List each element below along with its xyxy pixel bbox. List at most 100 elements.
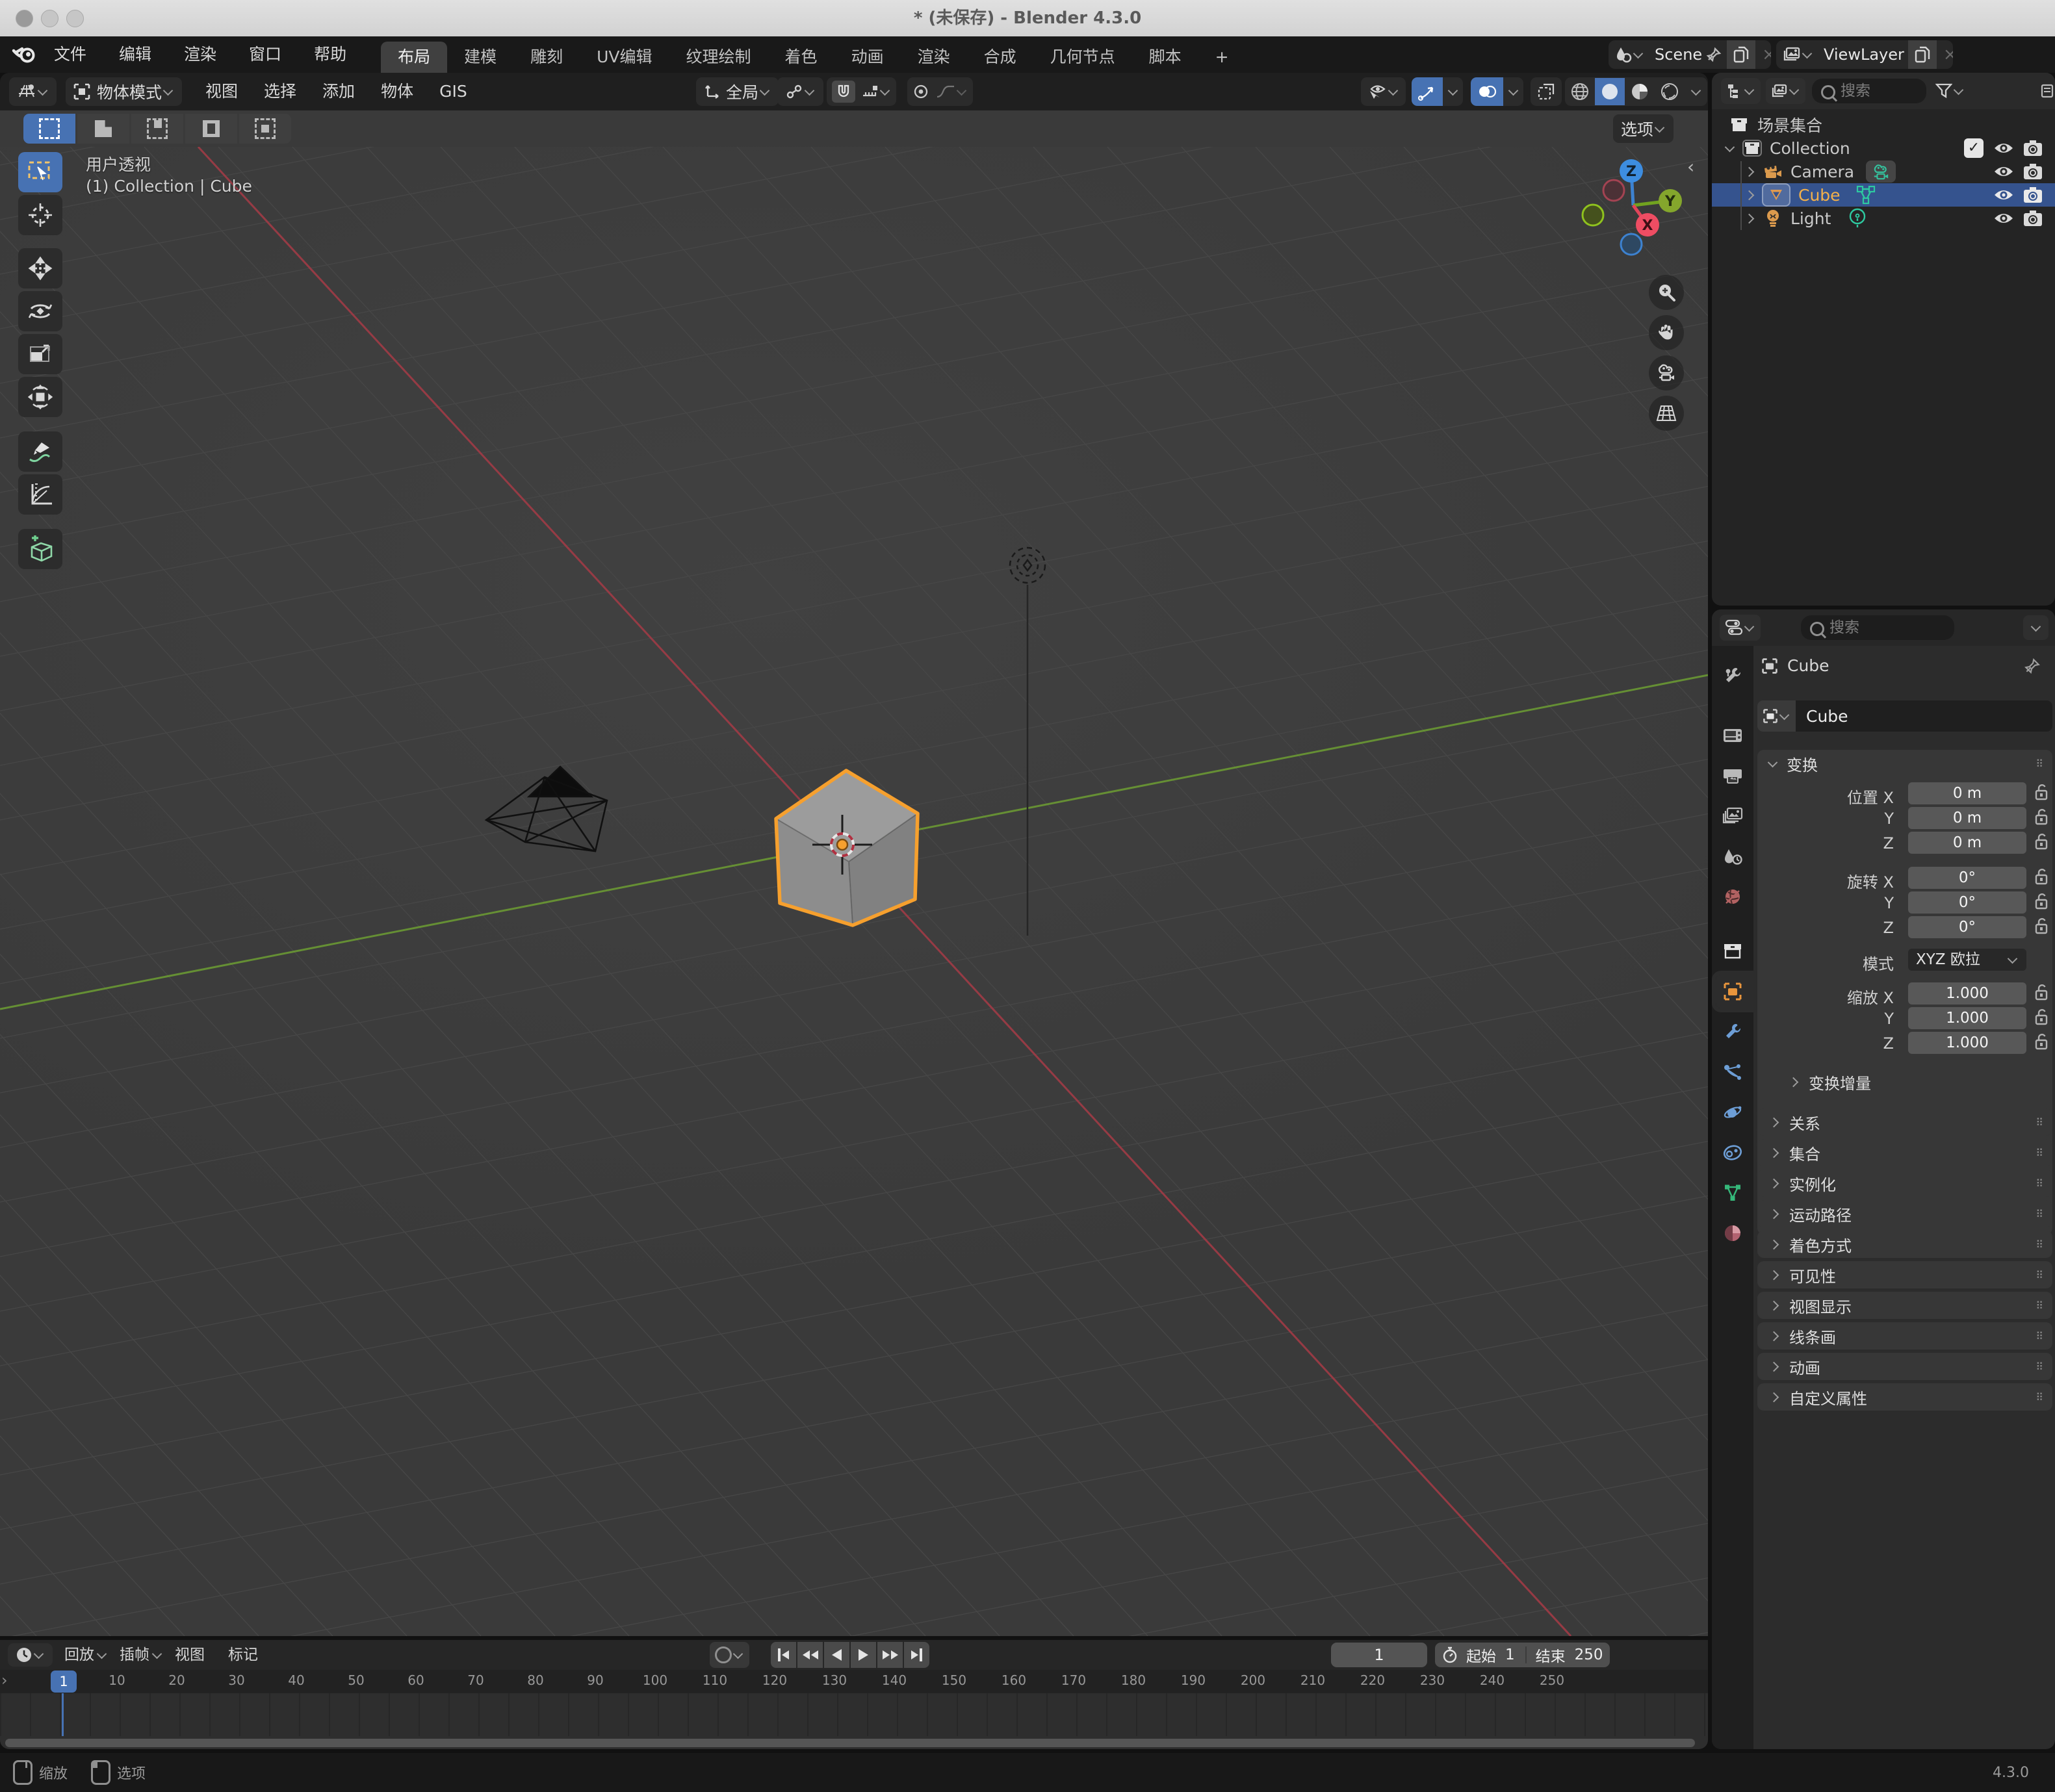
tool-options-dropdown[interactable]: 选项 <box>1613 114 1674 143</box>
scale-y-field[interactable]: 1.000 <box>1908 1007 2026 1029</box>
editor-type-outliner-button[interactable] <box>1721 78 1761 104</box>
panel-shading[interactable]: 着色方式⠿ <box>1757 1231 2052 1258</box>
scale-x-field[interactable]: 1.000 <box>1908 982 2026 1005</box>
workspace-tab-animation[interactable]: 动画 <box>834 42 901 73</box>
workspace-tab-sculpting[interactable]: 雕刻 <box>513 42 580 73</box>
overlays-dropdown[interactable] <box>1503 77 1523 106</box>
outliner-search[interactable] <box>1812 79 1926 103</box>
menu-help[interactable]: 帮助 <box>298 36 363 73</box>
tab-object[interactable] <box>1716 975 1750 1008</box>
tab-material[interactable] <box>1716 1216 1750 1250</box>
workspace-tab-geometry-nodes[interactable]: 几何节点 <box>1033 42 1132 73</box>
tab-modifiers[interactable] <box>1716 1015 1750 1049</box>
current-frame-field[interactable]: 1 <box>1331 1643 1427 1667</box>
delete-scene-button[interactable]: × <box>1755 40 1771 69</box>
workspace-tab-texture-paint[interactable]: 纹理绘制 <box>669 42 768 73</box>
workspace-tab-layout[interactable]: 布局 <box>381 42 447 73</box>
marker-menu[interactable]: 标记 <box>216 1640 270 1670</box>
rotation-x-lock-icon[interactable] <box>2033 867 2050 886</box>
panel-motion-paths[interactable]: 运动路径⠿ <box>1757 1200 2052 1227</box>
workspace-tab-compositing[interactable]: 合成 <box>967 42 1033 73</box>
proportional-editing-toggle[interactable] <box>912 83 929 100</box>
workspace-tab-rendering[interactable]: 渲染 <box>901 42 967 73</box>
location-z-field[interactable]: 0 m <box>1908 832 2026 854</box>
end-frame-value[interactable]: 250 <box>1575 1646 1603 1663</box>
cube-render-icon[interactable] <box>2023 186 2043 204</box>
object-id-icon-dropdown[interactable] <box>1757 700 1796 732</box>
panel-custom-properties[interactable]: 自定义属性⠿ <box>1757 1383 2052 1411</box>
scene-collection-label[interactable]: 场景集合 <box>1757 113 1822 136</box>
collection-expand-icon[interactable] <box>1725 142 1735 152</box>
editor-type-properties-button[interactable] <box>1720 615 1761 641</box>
auto-key-record-toggle[interactable] <box>715 1646 732 1663</box>
light-row[interactable]: Light <box>1712 207 2055 230</box>
tool-rotate[interactable] <box>18 291 62 331</box>
tool-scale[interactable] <box>18 334 62 374</box>
timeline-view-menu[interactable]: 视图 <box>163 1640 216 1670</box>
add-workspace-button[interactable]: + <box>1198 42 1246 73</box>
menu-edit[interactable]: 编辑 <box>103 36 168 73</box>
properties-search[interactable] <box>1801 615 1954 640</box>
tool-select-box[interactable] <box>18 152 62 192</box>
menu-window[interactable]: 窗口 <box>233 36 298 73</box>
timeline-tracks[interactable] <box>0 1693 1708 1736</box>
cube-label[interactable]: Cube <box>1798 186 1841 205</box>
rotation-y-lock-icon[interactable] <box>2033 891 2050 911</box>
play-reverse-button[interactable] <box>824 1642 849 1668</box>
workspace-tab-modeling[interactable]: 建模 <box>447 42 513 73</box>
snap-magnet-toggle[interactable] <box>832 81 855 103</box>
menu-render[interactable]: 渲染 <box>168 36 233 73</box>
viewlayer-datablock-icon[interactable] <box>1776 40 1820 69</box>
viewport-ortho-grid-button[interactable] <box>1649 396 1684 431</box>
location-x-lock-icon[interactable] <box>2033 782 2050 802</box>
panel-visibility[interactable]: 可见性⠿ <box>1757 1261 2052 1288</box>
camera-expand-icon[interactable] <box>1744 166 1755 177</box>
viewlayer-selector[interactable]: ViewLayer × <box>1776 40 1953 69</box>
timeline-expand-arrow[interactable]: › <box>1 1671 8 1689</box>
tab-tool[interactable] <box>1716 659 1750 693</box>
shading-rendered-button[interactable] <box>1655 78 1685 105</box>
collection-hide-eye-icon[interactable] <box>1993 141 2015 155</box>
pin-scene-icon[interactable] <box>1706 47 1722 62</box>
camera-data-icon[interactable] <box>1866 160 1896 183</box>
light-render-icon[interactable] <box>2023 209 2043 227</box>
mode-selector[interactable]: 物体模式 <box>66 77 182 106</box>
tab-constraints[interactable] <box>1716 1136 1750 1170</box>
camera-render-icon[interactable] <box>2023 162 2043 181</box>
location-z-lock-icon[interactable] <box>2033 832 2050 851</box>
workspace-tab-uv[interactable]: UV编辑 <box>580 42 669 73</box>
rotation-mode-dropdown[interactable]: XYZ 欧拉 <box>1908 949 2026 971</box>
tab-output[interactable] <box>1716 759 1750 793</box>
location-y-lock-icon[interactable] <box>2033 807 2050 826</box>
minimize-window-button[interactable] <box>41 10 58 27</box>
tab-viewlayer[interactable] <box>1716 799 1750 833</box>
cube-row[interactable]: Cube <box>1712 183 2055 207</box>
object-menu[interactable]: 物体 <box>368 73 426 110</box>
blender-logo-icon[interactable] <box>12 44 38 66</box>
jump-to-start-button[interactable] <box>771 1642 796 1668</box>
light-object[interactable] <box>1010 548 1045 936</box>
gizmo-dropdown[interactable] <box>1443 77 1463 106</box>
viewport-canvas[interactable] <box>0 147 1708 1636</box>
light-label[interactable]: Light <box>1790 209 1831 228</box>
outliner-filter-button[interactable] <box>1933 83 1967 99</box>
tab-physics[interactable] <box>1716 1095 1750 1129</box>
menu-file[interactable]: 文件 <box>38 36 103 73</box>
viewport-3d[interactable]: 用户透视 (1) Collection | Cube <box>0 147 1708 1636</box>
camera-label[interactable]: Camera <box>1790 162 1854 181</box>
sidebar-collapse-arrow[interactable]: ‹ <box>1687 156 1694 177</box>
workspace-tab-scripting[interactable]: 脚本 <box>1132 42 1198 73</box>
collection-row[interactable]: Collection ✓ <box>1712 136 2055 160</box>
mesh-data-icon[interactable] <box>1855 185 1877 205</box>
location-x-field[interactable]: 0 m <box>1908 782 2026 804</box>
snap-to-increment-icon[interactable] <box>862 84 879 99</box>
panel-instancing[interactable]: 实例化⠿ <box>1757 1170 2052 1197</box>
snap-target-dropdown[interactable] <box>777 77 823 106</box>
shading-wireframe-button[interactable] <box>1565 78 1595 105</box>
light-data-icon[interactable] <box>1848 208 1867 229</box>
jump-to-end-button[interactable] <box>904 1642 929 1668</box>
show-overlays-toggle[interactable] <box>1471 77 1503 106</box>
viewport-pan-hand-button[interactable] <box>1649 315 1684 350</box>
camera-hide-eye-icon[interactable] <box>1993 164 2015 179</box>
zoom-window-button[interactable] <box>66 10 84 27</box>
